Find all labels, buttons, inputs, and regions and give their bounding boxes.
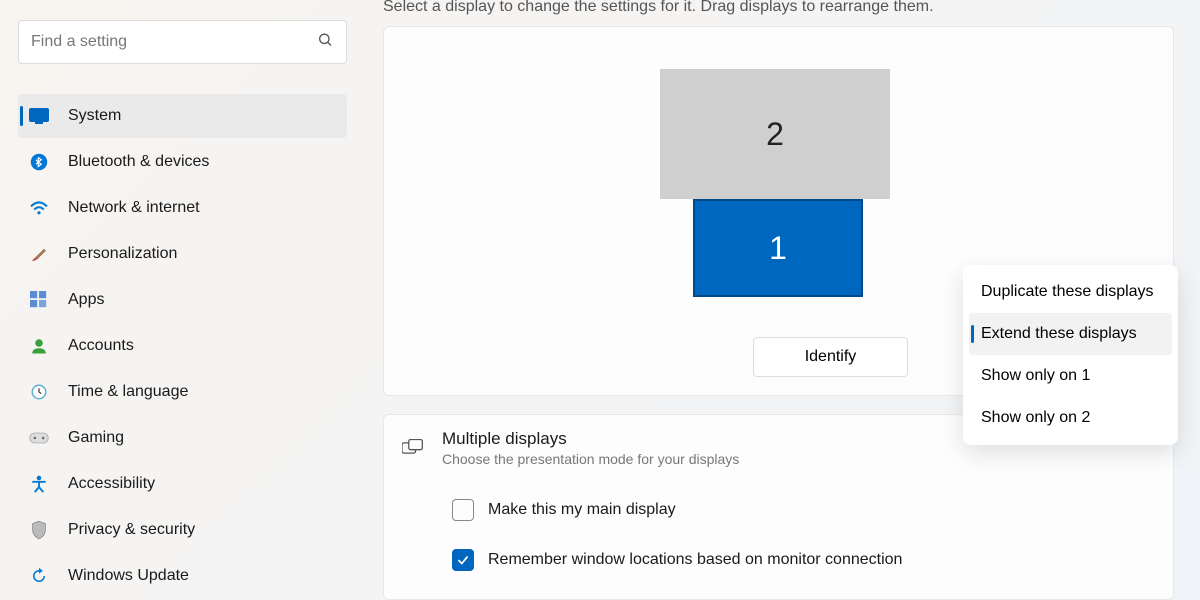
sidebar-item-label: Windows Update [68, 567, 189, 585]
sidebar-item-apps[interactable]: Apps [18, 278, 347, 322]
option-remember-locations[interactable]: Remember window locations based on monit… [384, 535, 1173, 585]
apps-icon [28, 289, 50, 311]
sidebar-item-gaming[interactable]: Gaming [18, 416, 347, 460]
shield-icon [28, 519, 50, 541]
gamepad-icon [28, 427, 50, 449]
option-main-display[interactable]: Make this my main display [384, 485, 1173, 535]
sidebar-item-label: Bluetooth & devices [68, 153, 209, 171]
sidebar-item-label: Accessibility [68, 475, 155, 493]
sidebar-item-label: Privacy & security [68, 521, 195, 539]
update-icon [28, 565, 50, 587]
sidebar-item-accounts[interactable]: Accounts [18, 324, 347, 368]
sidebar-item-update[interactable]: Windows Update [18, 554, 347, 598]
main-content: Select a display to change the settings … [365, 0, 1200, 600]
sidebar-item-network[interactable]: Network & internet [18, 186, 347, 230]
dropdown-item-extend[interactable]: Extend these displays [969, 313, 1172, 355]
dropdown-item-duplicate[interactable]: Duplicate these displays [969, 271, 1172, 313]
sidebar-item-personalization[interactable]: Personalization [18, 232, 347, 276]
identify-button[interactable]: Identify [753, 337, 908, 377]
sidebar: System Bluetooth & devices Network & int… [0, 0, 365, 600]
option-label: Make this my main display [488, 501, 676, 519]
sidebar-item-label: Apps [68, 291, 104, 309]
sidebar-nav: System Bluetooth & devices Network & int… [18, 94, 347, 598]
sidebar-item-label: Accounts [68, 337, 134, 355]
arrangement-instruction: Select a display to change the settings … [383, 0, 1174, 16]
paintbrush-icon [28, 243, 50, 265]
display-mode-dropdown: Duplicate these displays Extend these di… [963, 265, 1178, 445]
system-icon [28, 105, 50, 127]
sidebar-item-label: Personalization [68, 245, 177, 263]
card-title: Multiple displays [442, 429, 739, 449]
search-icon[interactable] [317, 32, 333, 53]
sidebar-item-label: Network & internet [68, 199, 200, 217]
sidebar-item-privacy[interactable]: Privacy & security [18, 508, 347, 552]
sidebar-item-accessibility[interactable]: Accessibility [18, 462, 347, 506]
card-body: Make this my main display Remember windo… [384, 477, 1173, 599]
monitor-1[interactable]: 1 [693, 199, 863, 297]
sidebar-item-time[interactable]: Time & language [18, 370, 347, 414]
bluetooth-icon [28, 151, 50, 173]
accessibility-icon [28, 473, 50, 495]
dropdown-item-show1[interactable]: Show only on 1 [969, 355, 1172, 397]
search-input[interactable] [18, 20, 347, 64]
dropdown-item-show2[interactable]: Show only on 2 [969, 397, 1172, 439]
search-box [18, 20, 347, 64]
clock-icon [28, 381, 50, 403]
monitor-2[interactable]: 2 [660, 69, 890, 199]
sidebar-item-system[interactable]: System [18, 94, 347, 138]
displays-icon [402, 437, 424, 459]
sidebar-item-bluetooth[interactable]: Bluetooth & devices [18, 140, 347, 184]
checkbox-unchecked[interactable] [452, 499, 474, 521]
option-label: Remember window locations based on monit… [488, 551, 902, 569]
checkbox-checked[interactable] [452, 549, 474, 571]
card-subtitle: Choose the presentation mode for your di… [442, 451, 739, 467]
person-icon [28, 335, 50, 357]
sidebar-item-label: System [68, 107, 121, 125]
sidebar-item-label: Time & language [68, 383, 188, 401]
wifi-icon [28, 197, 50, 219]
sidebar-item-label: Gaming [68, 429, 124, 447]
